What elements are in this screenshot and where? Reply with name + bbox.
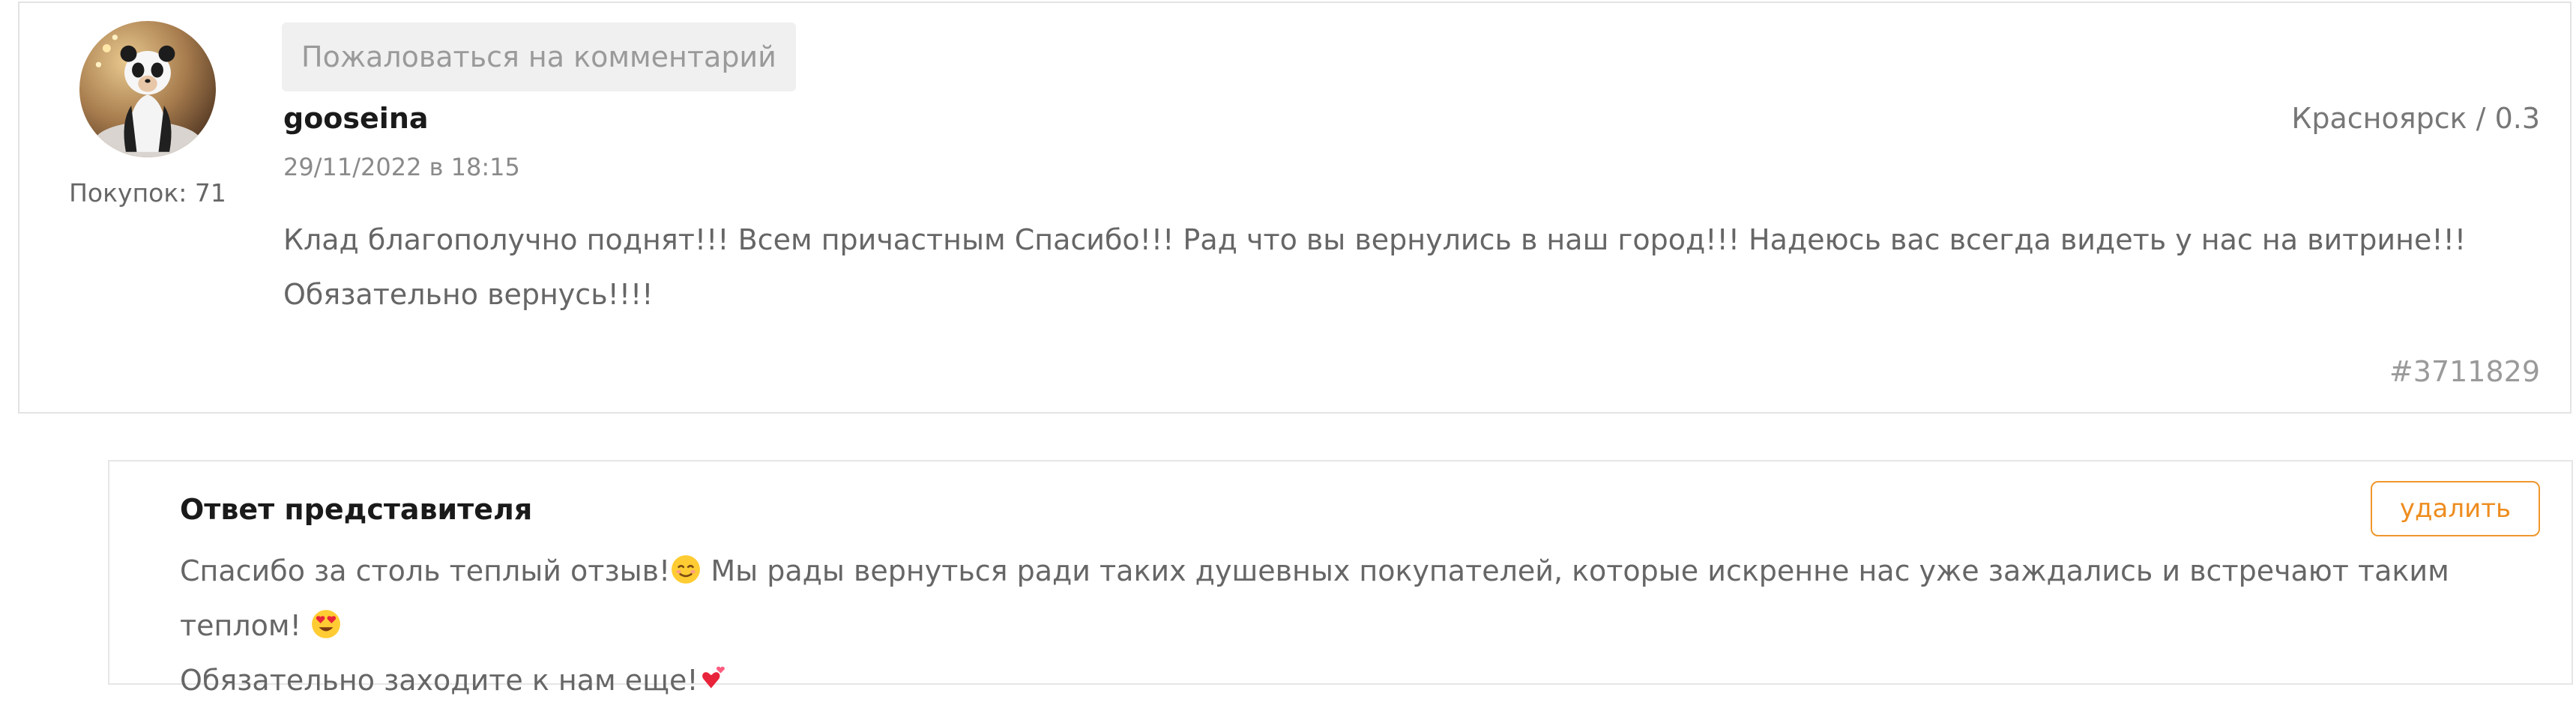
revolving-hearts-icon	[699, 663, 730, 695]
reply-title: Ответ представителя	[180, 493, 533, 526]
review-text: Клад благополучно поднят!!! Всем причаст…	[283, 223, 2467, 311]
reply-card: Ответ представителя удалить Спасибо за с…	[108, 460, 2573, 697]
review-date: 29/11/2022 в 18:15	[283, 153, 520, 181]
panda-avatar-icon	[79, 21, 216, 157]
complain-button[interactable]: Пожаловаться на комментарий	[282, 22, 796, 91]
heart-eyes-icon	[310, 608, 342, 640]
reply-text: Спасибо за столь теплый отзыв! Мы рады в…	[180, 544, 2563, 708]
purchase-count: Покупок: 71	[69, 178, 226, 208]
delete-button[interactable]: удалить	[2371, 481, 2540, 536]
user-avatar[interactable]	[79, 21, 216, 157]
author-name[interactable]: gooseina	[283, 102, 429, 135]
relieved-face-icon	[670, 554, 702, 585]
location-label: Красноярск / 0.3	[2291, 102, 2540, 135]
review-id: #3711829	[2389, 355, 2540, 388]
review-card: Покупок: 71 Пожаловаться на комментарий …	[18, 1, 2572, 414]
reply-text-part3: Обязательно заходите к нам еще!	[180, 664, 699, 697]
reply-text-part1: Спасибо за столь теплый отзыв!	[180, 554, 671, 587]
